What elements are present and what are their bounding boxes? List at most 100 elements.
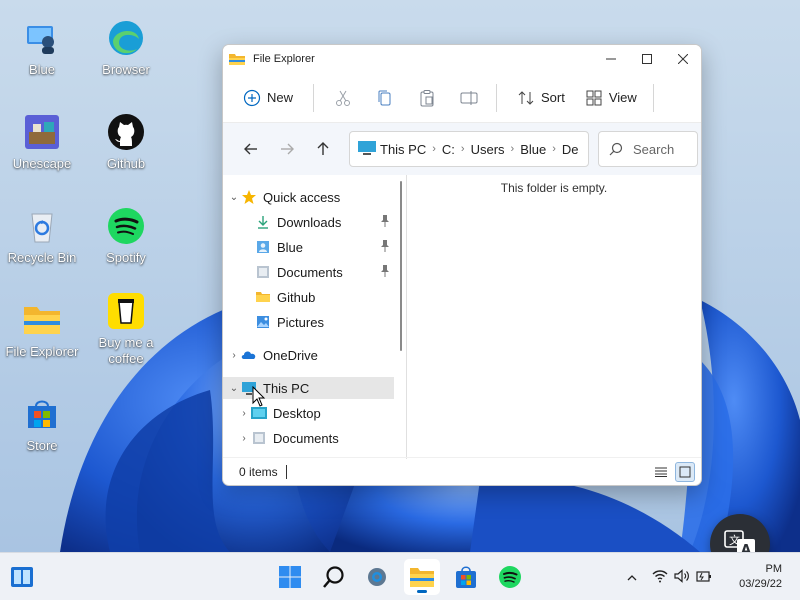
settings-button[interactable] [359,559,395,595]
pin-icon[interactable] [380,214,390,230]
clock-time: PM [765,563,783,575]
nav-item-label: Downloads [277,214,342,230]
desktop-icon-spotify[interactable]: Spotify [84,206,168,266]
sort-button[interactable]: Sort [511,82,571,114]
divider [652,83,654,112]
file-explorer-taskbar-button[interactable] [404,559,440,595]
explorer-body: ⌄ Quick access Downloads Blue Documents … [223,175,701,459]
wifi-icon[interactable] [652,569,668,586]
store-icon [456,566,476,588]
tiles-view-button[interactable] [675,461,695,482]
chevron-down-icon[interactable]: ⌄ [227,383,241,394]
forward-button[interactable] [269,133,305,165]
volume-icon[interactable] [674,568,690,586]
pin-icon[interactable] [380,239,390,255]
address-bar[interactable]: This PC › C: › Users › Blue › De [349,131,589,167]
search-button[interactable] [316,559,352,595]
nav-scrollbar[interactable] [400,181,402,351]
nav-item-label: Blue [277,239,304,255]
clock[interactable]: PM 03/29/22 [739,562,782,592]
desktop-icon-file-explorer[interactable]: File Explorer [0,300,84,360]
back-button[interactable] [233,133,269,165]
nav-item-documents[interactable]: Documents [223,261,394,283]
nav-item-quick-access[interactable]: ⌄ Quick access [223,186,394,208]
clock-date: 03/29/22 [739,578,782,590]
breadcrumb-c-drive[interactable]: C: [442,142,455,157]
store-taskbar-button[interactable] [448,559,484,595]
spotify-taskbar-button[interactable] [492,559,528,595]
chevron-down-icon[interactable]: ⌄ [227,192,241,203]
chevron-right-icon: › [432,143,436,155]
divider [496,83,498,112]
text-caret [285,464,287,479]
file-list-area[interactable]: This folder is empty. [407,175,701,459]
desktop-icon-label: Browser [102,62,150,77]
minimize-button[interactable] [593,45,629,73]
nav-item-label: Documents [273,430,339,446]
nav-item-onedrive[interactable]: › OneDrive [223,344,394,366]
arrow-right-icon [281,143,294,155]
folder-icon [229,52,245,66]
desktop-icon-label: Unescape [12,156,72,171]
nav-item-desktop[interactable]: › Desktop [223,402,394,424]
desktop-icon-store[interactable]: Store [0,394,84,454]
breadcrumb-desktop[interactable]: De [562,142,579,157]
start-button[interactable] [272,559,308,595]
document-icon [251,430,267,446]
nav-item-label: OneDrive [263,347,318,363]
plus-icon [243,89,261,106]
nav-item-github[interactable]: Github [223,286,394,308]
title-bar[interactable]: File Explorer [223,45,701,73]
desktop-icon-label: Recycle Bin [7,250,77,265]
active-indicator [417,590,427,593]
system-tray [622,553,712,600]
maximize-button[interactable] [629,45,665,73]
desktop-icon-github[interactable]: Github [84,112,168,172]
widgets-button[interactable] [4,559,40,595]
chevron-right-icon[interactable]: › [237,408,251,419]
spotify-icon [499,566,521,588]
chevron-right-icon[interactable]: › [227,350,241,361]
cut-button[interactable] [328,82,358,114]
nav-item-this-pc-documents[interactable]: › Documents [223,427,394,449]
breadcrumb-blue[interactable]: Blue [520,142,546,157]
clipboard-icon [420,89,434,106]
new-button[interactable]: New [237,82,299,114]
nav-item-pictures[interactable]: Pictures [223,311,394,333]
copy-button[interactable] [370,82,400,114]
desktop-icon-blue[interactable]: Blue [0,18,84,78]
close-button[interactable] [665,45,701,73]
nav-item-label: Desktop [273,405,321,421]
desktop-icon-browser[interactable]: Browser [84,18,168,78]
nav-item-label: Documents [277,264,343,280]
user-folder-icon [255,239,271,255]
search-input[interactable]: Search [598,131,698,167]
desktop-icon-label: File Explorer [5,344,79,359]
rename-button[interactable] [454,82,484,114]
list-icon [655,467,667,477]
breadcrumb-this-pc[interactable]: This PC [380,142,426,157]
chevron-right-icon[interactable]: › [237,433,251,444]
desktop-icon-buy-me-a-coffee[interactable]: Buy me a coffee [84,291,168,367]
desktop-icon-recycle-bin[interactable]: Recycle Bin [0,206,84,266]
battery-icon[interactable] [696,569,712,586]
nav-item-this-pc[interactable]: ⌄ This PC [223,377,394,399]
paste-button[interactable] [412,82,442,114]
breadcrumb-users[interactable]: Users [471,142,505,157]
command-bar: New Sort View [223,73,701,123]
desktop-icon-unescape[interactable]: Unescape [0,112,84,172]
github-icon [106,112,146,152]
chevron-up-icon[interactable] [622,574,642,581]
view-button[interactable]: View [579,82,643,114]
folder-icon [255,289,271,305]
pin-icon[interactable] [380,264,390,280]
nav-item-blue[interactable]: Blue [223,236,394,258]
nav-item-downloads[interactable]: Downloads [223,211,394,233]
arrow-up-icon [317,142,329,155]
maximize-icon [642,54,652,64]
up-button[interactable] [305,133,341,165]
chevron-right-icon: › [510,143,515,155]
new-button-label: New [267,90,294,105]
details-view-button[interactable] [651,462,671,482]
view-button-label: View [608,90,637,105]
